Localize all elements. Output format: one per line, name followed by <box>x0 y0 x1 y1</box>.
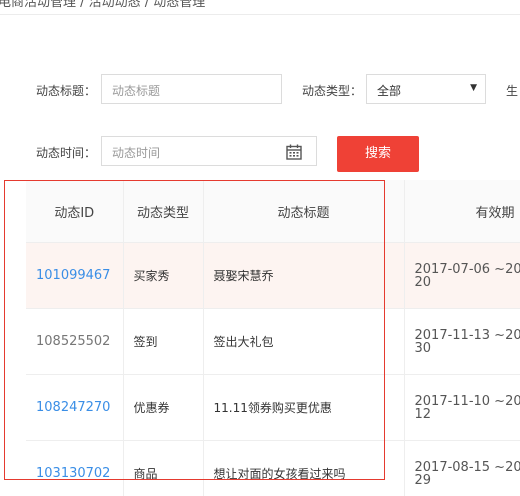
row-title: 聂娶宋慧乔 <box>203 242 405 309</box>
column-header-type: 动态类型 <box>123 180 204 243</box>
row-validity: 2017-11-10 ~20 12 <box>404 374 520 441</box>
column-header-id: 动态ID <box>26 180 124 243</box>
chevron-down-icon: ▼ <box>470 83 477 93</box>
time-filter-input[interactable]: 动态时间 <box>101 136 317 166</box>
type-filter-value: 全部 <box>377 84 402 98</box>
table-row[interactable]: 108247270 优惠券 11.11领券购买更优惠 2017-11-10 ~2… <box>26 374 520 441</box>
row-title: 想让对面的女孩看过来吗 <box>203 440 405 496</box>
row-title: 签出大礼包 <box>203 308 405 375</box>
column-header-title: 动态标题 <box>203 180 405 243</box>
row-title: 11.11领券购买更优惠 <box>203 374 405 441</box>
row-id-link[interactable]: 103130702 <box>26 440 124 496</box>
row-id-link[interactable]: 108247270 <box>26 374 124 441</box>
search-button[interactable]: 搜索 <box>337 136 419 172</box>
row-validity: 2017-07-06 ~20 20 <box>404 242 520 309</box>
title-filter-label: 动态标题： <box>36 84 97 98</box>
data-table: 动态ID 动态类型 动态标题 有效期 101099467 买家秀 聂娶宋慧乔 2… <box>26 180 520 496</box>
extra-filter-label: 生 <box>506 84 519 98</box>
row-id-link[interactable]: 108525502 <box>26 308 124 375</box>
row-id-link[interactable]: 101099467 <box>26 242 124 309</box>
table-header-row: 动态ID 动态类型 动态标题 有效期 <box>26 180 520 243</box>
row-validity: 2017-11-13 ~20 30 <box>404 308 520 375</box>
calendar-icon[interactable] <box>286 144 302 160</box>
time-filter-placeholder: 动态时间 <box>112 146 161 160</box>
title-filter-input[interactable]: 动态标题 <box>101 74 282 104</box>
table-row[interactable]: 103130702 商品 想让对面的女孩看过来吗 2017-08-15 ~20 … <box>26 440 520 496</box>
column-header-validity: 有效期 <box>404 180 520 243</box>
type-filter-label: 动态类型： <box>302 84 363 98</box>
type-filter-select[interactable]: 全部 ▼ <box>366 74 486 104</box>
time-filter-label: 动态时间： <box>36 146 97 160</box>
top-breadcrumb-bar: 电商活动管理 / 活动动态 / 动态管理 <box>0 0 520 15</box>
row-type: 买家秀 <box>123 242 204 309</box>
title-filter-placeholder: 动态标题 <box>112 84 161 98</box>
row-type: 签到 <box>123 308 204 375</box>
breadcrumb: 电商活动管理 / 活动动态 / 动态管理 <box>0 0 206 10</box>
table-row[interactable]: 101099467 买家秀 聂娶宋慧乔 2017-07-06 ~20 20 <box>26 242 520 309</box>
row-type: 优惠券 <box>123 374 204 441</box>
row-type: 商品 <box>123 440 204 496</box>
table-row[interactable]: 108525502 签到 签出大礼包 2017-11-13 ~20 30 <box>26 308 520 375</box>
row-validity: 2017-08-15 ~20 29 <box>404 440 520 496</box>
